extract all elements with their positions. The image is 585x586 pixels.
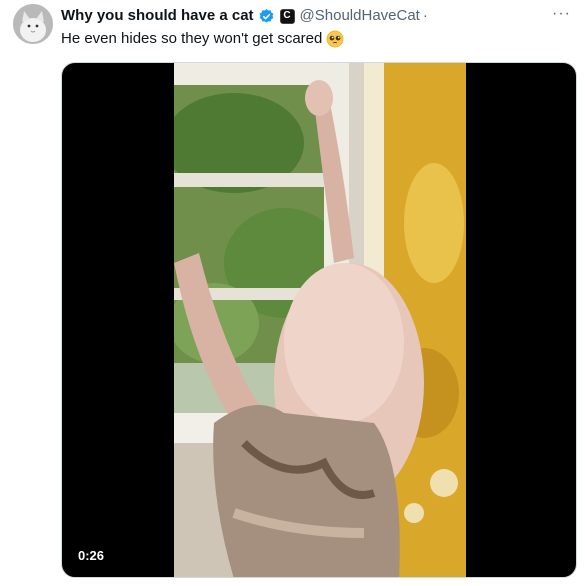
display-name[interactable]: Why you should have a cat — [61, 6, 254, 26]
tweet-text-content: He even hides so they won't get scared — [61, 30, 323, 47]
more-options-icon[interactable]: ··· — [552, 4, 571, 24]
video-still-image — [174, 63, 466, 577]
tweet-header: Why you should have a cat C @ShouldHaveC… — [61, 6, 428, 26]
separator-dot: · — [422, 7, 428, 24]
pleading-face-emoji-icon — [326, 30, 344, 48]
user-handle[interactable]: @ShouldHaveCat — [300, 6, 420, 26]
video-duration: 0:26 — [72, 546, 111, 565]
affiliate-badge-icon[interactable]: C — [279, 8, 295, 24]
video-player[interactable]: 0:26 — [61, 62, 577, 578]
video-frame[interactable] — [174, 63, 466, 577]
verified-badge-icon — [258, 8, 275, 25]
tweet-text: He even hides so they won't get scared — [61, 29, 344, 49]
avatar[interactable] — [13, 4, 53, 44]
